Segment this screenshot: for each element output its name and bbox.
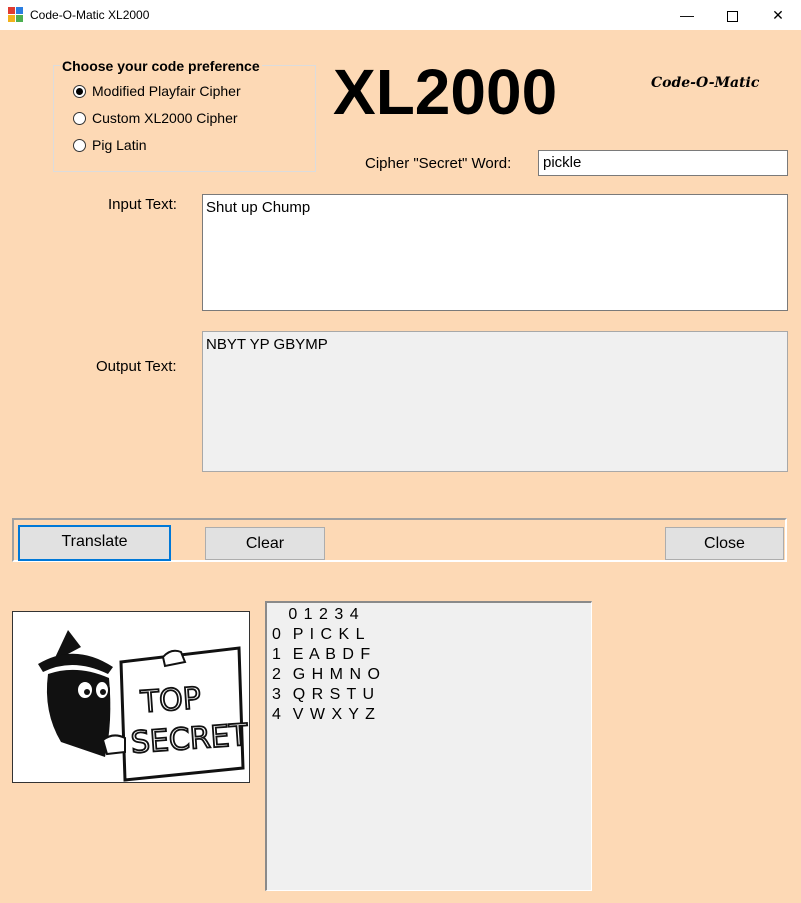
- output-text-label: Output Text:: [96, 358, 177, 375]
- close-icon: ✕: [772, 7, 784, 23]
- output-text-area[interactable]: NBYT YP GBYMP: [202, 331, 788, 472]
- big-title: XL2000: [333, 56, 558, 128]
- app-icon: [8, 7, 24, 23]
- close-window-button[interactable]: ✕: [755, 0, 801, 30]
- grid-header: 0 1 2 3 4: [272, 606, 360, 623]
- secret-word-label: Cipher "Secret" Word:: [365, 155, 512, 172]
- output-text-value: NBYT YP GBYMP: [206, 336, 328, 353]
- maximize-button[interactable]: [709, 0, 755, 30]
- minimize-icon: —: [680, 7, 694, 23]
- svg-text:TOP: TOP: [139, 681, 202, 720]
- radio-label: Pig Latin: [92, 137, 147, 153]
- close-button[interactable]: Close: [665, 527, 784, 560]
- grid-row: 1 E A B D F: [272, 646, 372, 663]
- radio-button[interactable]: [73, 85, 86, 98]
- top-secret-picture: TOP SECRET: [12, 611, 251, 783]
- radio-button[interactable]: [73, 139, 86, 152]
- input-text-label: Input Text:: [108, 196, 177, 213]
- radio-button[interactable]: [73, 112, 86, 125]
- grid-row: 3 Q R S T U: [272, 686, 375, 703]
- title-bar[interactable]: Code-O-Matic XL2000 — ✕: [0, 0, 801, 30]
- window-title: Code-O-Matic XL2000: [30, 8, 150, 22]
- radio-label: Modified Playfair Cipher: [92, 83, 241, 99]
- cipher-grid-box[interactable]: 0 1 2 3 4 0 P I C K L 1 E A B D F 2 G H …: [265, 601, 592, 891]
- group-legend: Choose your code preference: [60, 58, 262, 74]
- clear-button[interactable]: Clear: [205, 527, 325, 560]
- minimize-button[interactable]: —: [664, 0, 710, 30]
- input-text-value: Shut up Chump: [206, 199, 311, 216]
- main-window: Code-O-Matic XL2000 — ✕ Choose your code…: [0, 0, 801, 903]
- input-text-area[interactable]: Shut up Chump: [202, 194, 788, 311]
- grid-row: 2 G H M N O: [272, 666, 381, 683]
- secret-word-value: pickle: [543, 154, 582, 171]
- radio-selected-dot: [76, 88, 83, 95]
- maximize-icon: [726, 10, 738, 22]
- spy-image: TOP SECRET: [38, 630, 251, 782]
- brand-label: Code-O-Matic: [651, 75, 760, 91]
- secret-word-input[interactable]: pickle: [538, 150, 788, 176]
- grid-row: 0 P I C K L: [272, 626, 366, 643]
- radio-label: Custom XL2000 Cipher: [92, 110, 238, 126]
- translate-button[interactable]: Translate: [18, 525, 171, 561]
- grid-row: 4 V W X Y Z: [272, 706, 376, 723]
